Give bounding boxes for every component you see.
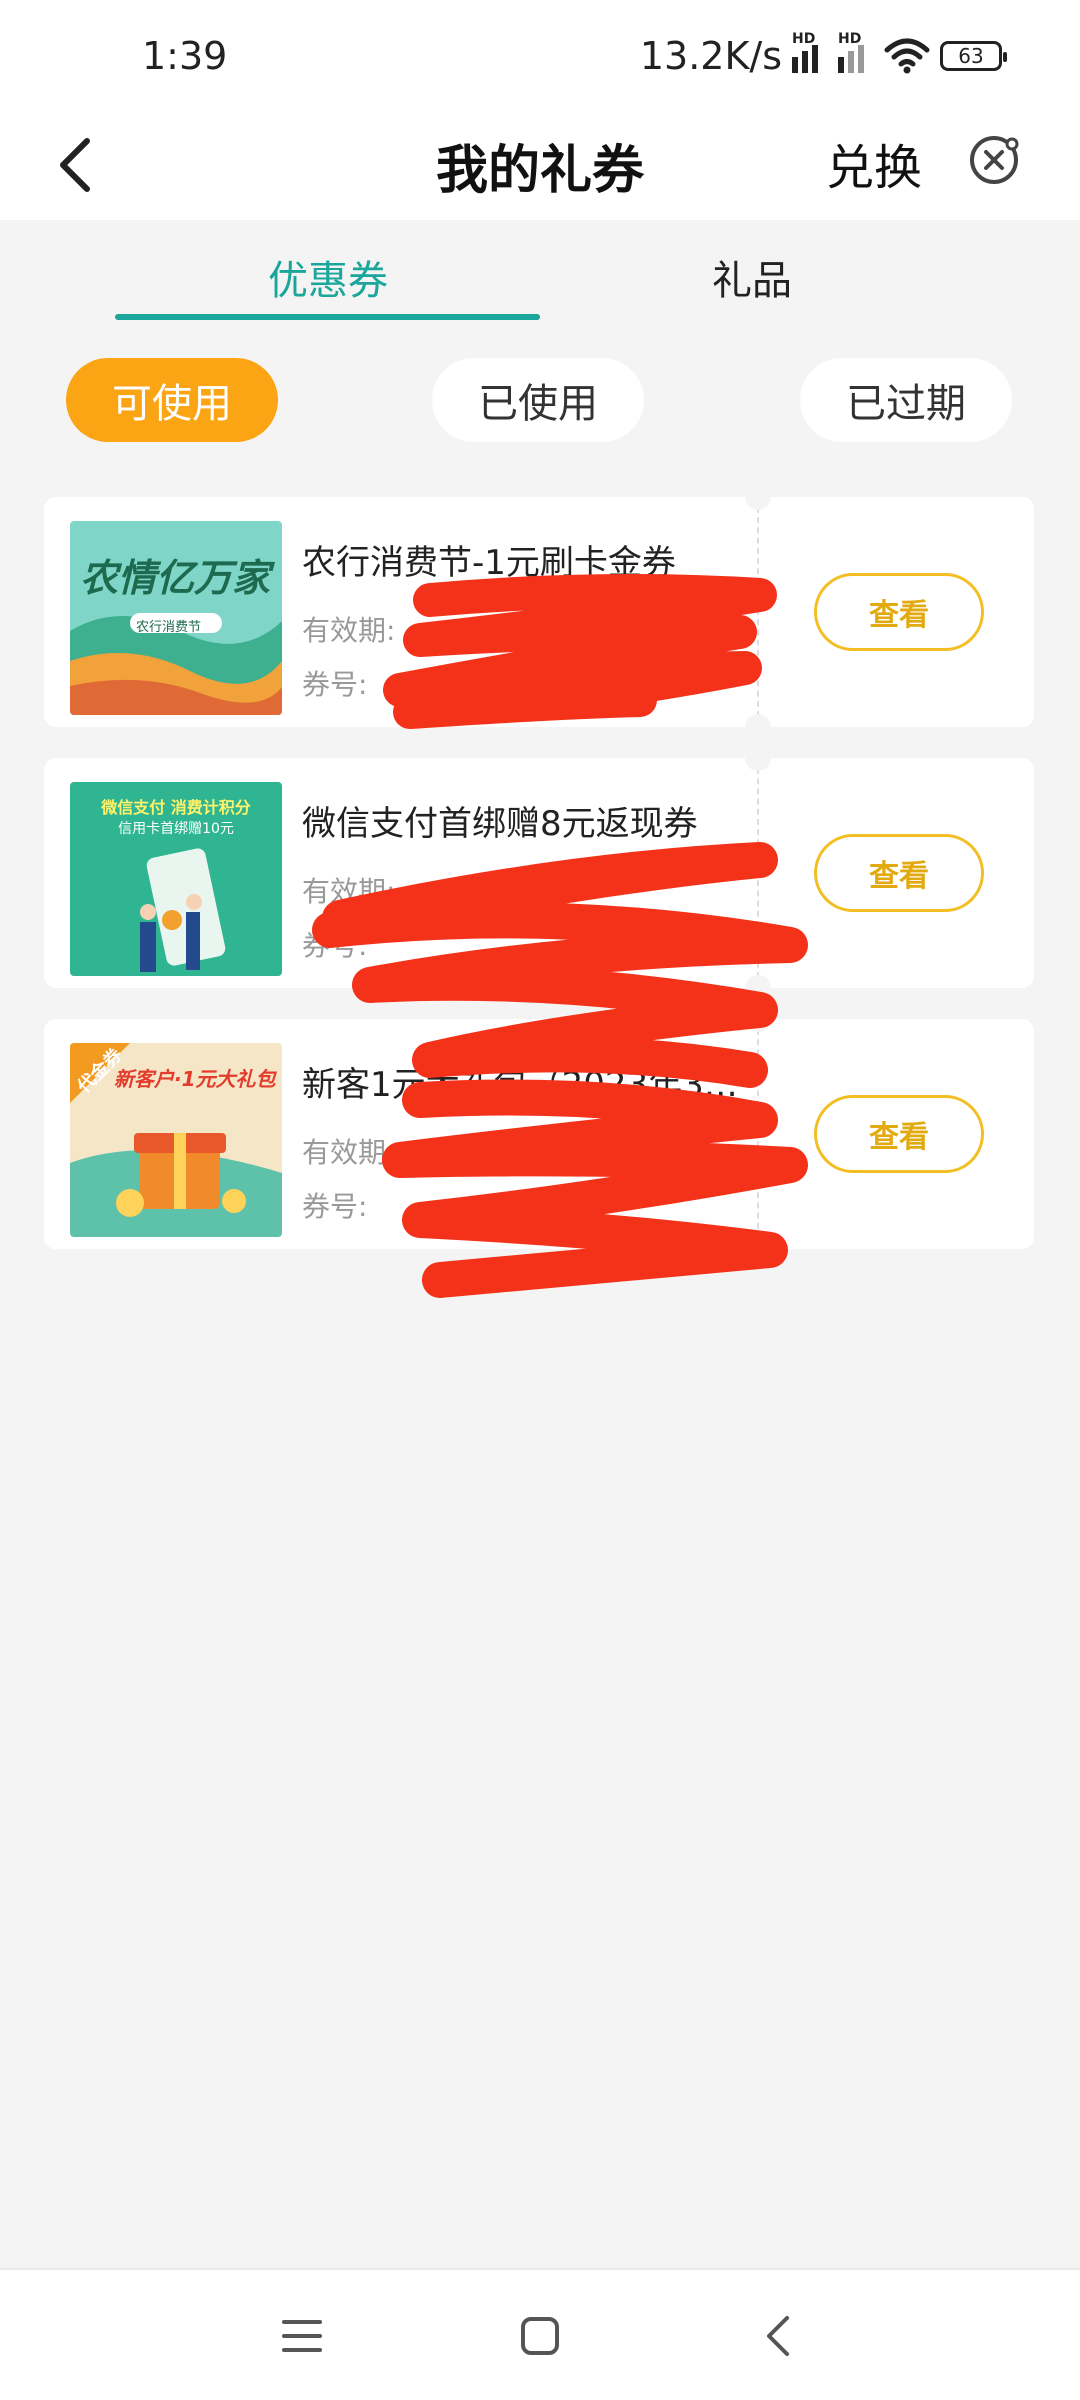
tab-coupons[interactable]: 优惠券 [268,248,388,306]
thumb-title: 新客户·1元大礼包 [114,1067,276,1091]
network-speed: 13.2K/s [639,34,782,78]
coupon-validity-label: 有效期: [302,614,396,647]
tab-gifts[interactable]: 礼品 [712,248,792,306]
app-header: 我的礼券 兑换 [0,110,1080,220]
coupon-card[interactable]: 农情亿万家 农行消费节 农行消费节-1元刷卡金券 有效期: 券号: 查看 [44,484,1034,740]
coupon-code-label: 券号: [302,1190,368,1223]
coupon-card[interactable]: 新客户·1元大礼包 代金券 新客1元大礼包（2023年3… 有效期: 券号: 查… [44,1006,1034,1262]
filter-available[interactable]: 可使用 [66,358,278,442]
coupon-validity-label: 有效期: [302,1136,396,1169]
coupon-divider [757,1029,759,1239]
view-coupon-button[interactable]: 查看 [814,834,984,912]
status-icons: 13.2K/s HD HD 63 [639,31,1007,78]
thumb-title: 农情亿万家 [80,555,271,600]
thumb-subtitle: 农行消费节 [136,620,202,635]
menu-icon [282,2320,322,2352]
wifi-icon [884,38,930,74]
coupon-tabs: 优惠券 礼品 [0,220,1080,330]
signal-1-icon: HD [792,31,828,73]
coupon-thumbnail: 微信支付 消费计积分 信用卡首绑赠10元 [70,782,282,976]
home-button[interactable] [510,2306,570,2366]
tab-active-indicator [115,314,540,320]
menu-button[interactable] [272,2306,332,2366]
exchange-button[interactable]: 兑换 [826,128,922,198]
coupon-title: 新客1元大礼包（2023年3… [302,1065,738,1105]
coupon-thumbnail: 新客户·1元大礼包 代金券 [70,1043,282,1237]
coupon-thumbnail: 农情亿万家 农行消费节 [70,521,282,715]
coupon-code-label: 券号: [302,929,368,962]
coupon-divider [757,768,759,978]
back-arrow-icon [767,2316,789,2356]
coupon-code-label: 券号: [302,668,368,701]
system-nav-bar [0,2268,1080,2400]
coupon-validity-label: 有效期: [302,875,396,908]
coupon-title: 微信支付首绑赠8元返现券 [302,804,698,844]
hd-badge: HD [792,31,816,47]
battery-level: 63 [958,44,984,68]
coupon-card[interactable]: 微信支付 消费计积分 信用卡首绑赠10元 微信支付首绑赠8元返现券 有效期: 券… [44,745,1034,1001]
thumb-title: 微信支付 消费计积分 [101,798,251,817]
thumb-subtitle: 信用卡首绑赠10元 [118,821,234,837]
view-coupon-button[interactable]: 查看 [814,1095,984,1173]
status-time: 1:39 [142,34,228,78]
view-coupon-button[interactable]: 查看 [814,573,984,651]
filter-used[interactable]: 已使用 [432,358,644,442]
battery-icon: 63 [940,41,1007,71]
coupon-divider [757,507,759,717]
status-bar: 1:39 13.2K/s HD HD 63 [0,0,1080,110]
filter-expired[interactable]: 已过期 [800,358,1012,442]
signal-2-icon: HD [838,31,874,73]
close-miniapp-icon[interactable] [966,132,1022,188]
nav-back-button[interactable] [748,2306,808,2366]
coupon-title: 农行消费节-1元刷卡金券 [302,543,676,583]
home-square-icon [521,2317,559,2355]
hd-badge-2: HD [838,31,862,47]
